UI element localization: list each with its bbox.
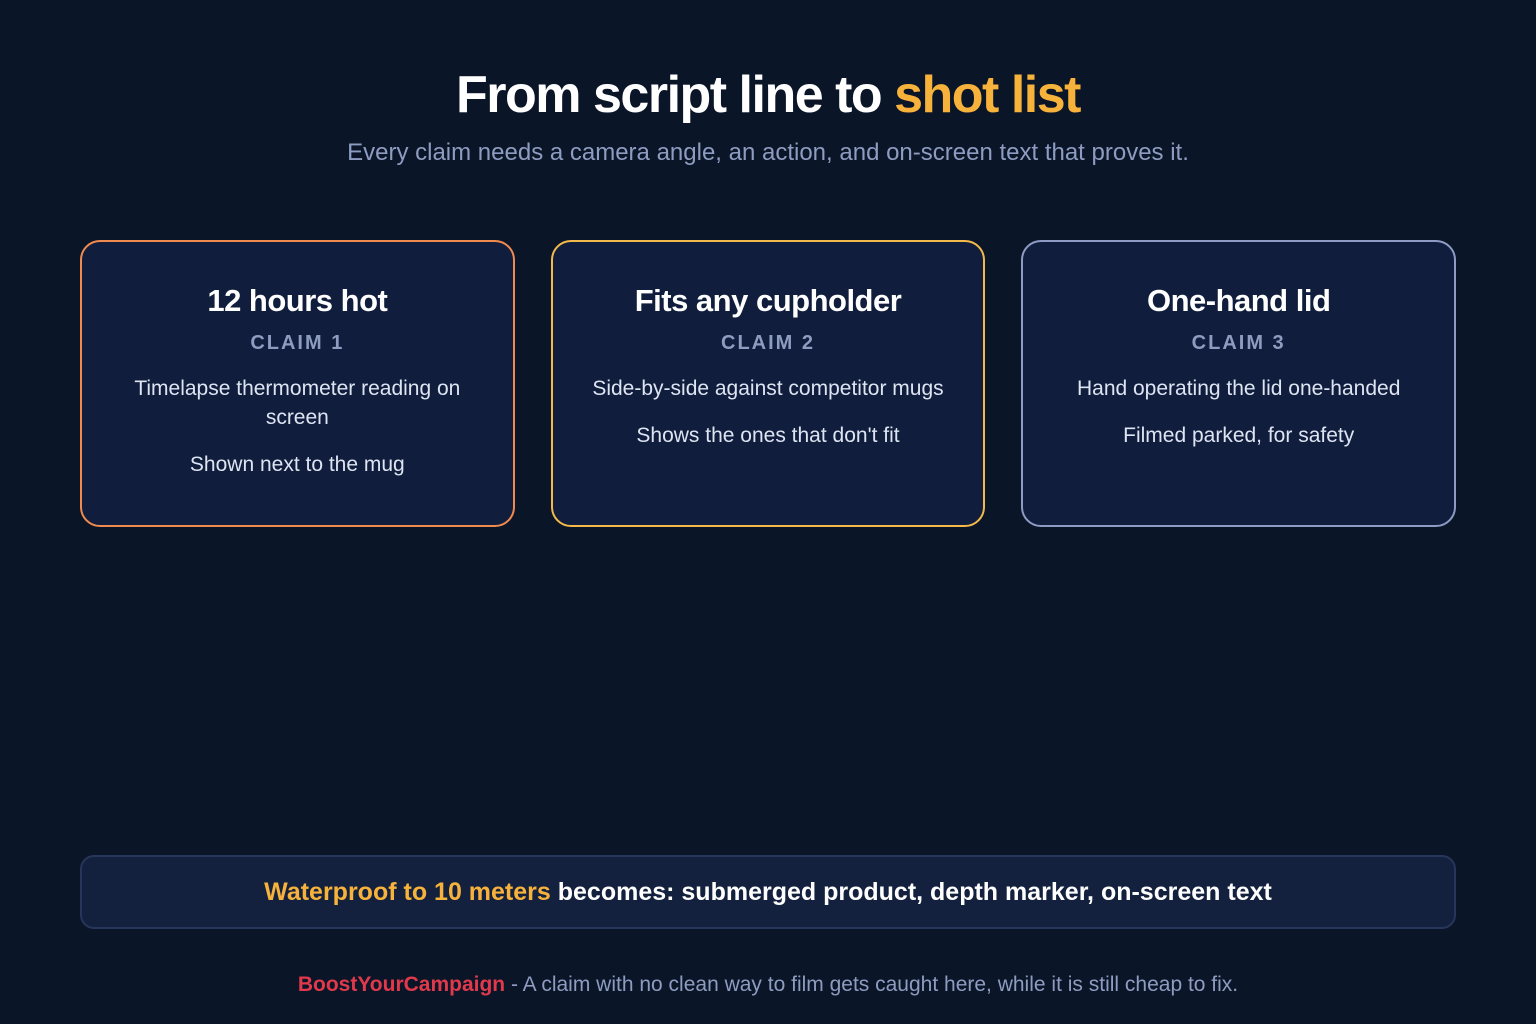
claim-number-label: CLAIM 3 [1191, 332, 1286, 354]
shot-note: Shows the ones that don't fit [636, 424, 900, 447]
claim-card-title: Fits any cupholder [634, 283, 902, 318]
claim-card-3: One-hand lid CLAIM 3 Hand operating the … [1021, 240, 1457, 527]
claim-number-label: CLAIM 1 [250, 332, 345, 354]
page-title-main: From script line to [456, 66, 883, 124]
footer-text: - A claim with no clean way to film gets… [510, 973, 1239, 996]
page-subtitle: Every claim needs a camera angle, an act… [347, 139, 1189, 166]
shot-description: Hand operating the lid one-handed [1076, 377, 1401, 400]
brand-name: BoostYourCampaign [297, 973, 506, 996]
claim-cards: 12 hours hot CLAIM 1 Timelapse thermomet… [80, 240, 1457, 527]
footer-caption: BoostYourCampaign - A claim with no clea… [0, 970, 1536, 1000]
claim-card-title: 12 hours hot [207, 283, 388, 318]
example-banner: Waterproof to 10 meters becomes: submerg… [80, 855, 1456, 929]
claim-card-2: Fits any cupholder CLAIM 2 Side-by-side … [550, 240, 986, 527]
page-header: From script line to shot list Every clai… [0, 62, 1536, 168]
shot-note: Filmed parked, for safety [1123, 424, 1355, 447]
shot-description: Timelapse thermometer reading on screen [134, 377, 461, 429]
claim-number-label: CLAIM 2 [721, 332, 815, 354]
banner-claim: Waterproof to 10 meters [264, 878, 551, 906]
shot-note: Shown next to the mug [189, 453, 405, 476]
shot-description: Side-by-side against competitor mugs [592, 377, 944, 400]
claim-card-title: One-hand lid [1146, 283, 1331, 318]
banner-text: becomes: submerged product, depth marker… [557, 878, 1272, 906]
page-title: From script line to shot list [0, 62, 1536, 128]
claim-card-1: 12 hours hot CLAIM 1 Timelapse thermomet… [80, 240, 515, 527]
page-title-accent: shot list [894, 66, 1081, 124]
